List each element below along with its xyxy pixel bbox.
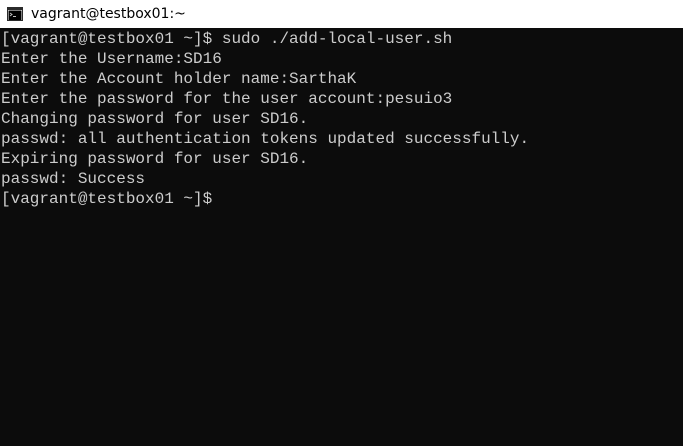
console-icon: [7, 6, 23, 22]
terminal-window: vagrant@testbox01:~ [vagrant@testbox01 ~…: [0, 0, 683, 446]
console-line: Expiring password for user SD16.: [1, 150, 309, 168]
console-line: passwd: all authentication tokens update…: [1, 130, 530, 148]
console-line: Enter the Account holder name:SarthaK: [1, 70, 357, 88]
console-line: [vagrant@testbox01 ~]$ sudo ./add-local-…: [1, 30, 453, 48]
console-line: passwd: Success: [1, 170, 146, 188]
console-line: Changing password for user SD16.: [1, 110, 309, 128]
console-output[interactable]: [vagrant@testbox01 ~]$ sudo ./add-local-…: [0, 28, 683, 446]
title-bar[interactable]: vagrant@testbox01:~: [0, 0, 683, 28]
console-line: Enter the Username:SD16: [1, 50, 222, 68]
console-prompt-line: [vagrant@testbox01 ~]$: [1, 190, 213, 208]
console-line: Enter the password for the user account:…: [1, 90, 453, 108]
window-title: vagrant@testbox01:~: [31, 6, 186, 22]
